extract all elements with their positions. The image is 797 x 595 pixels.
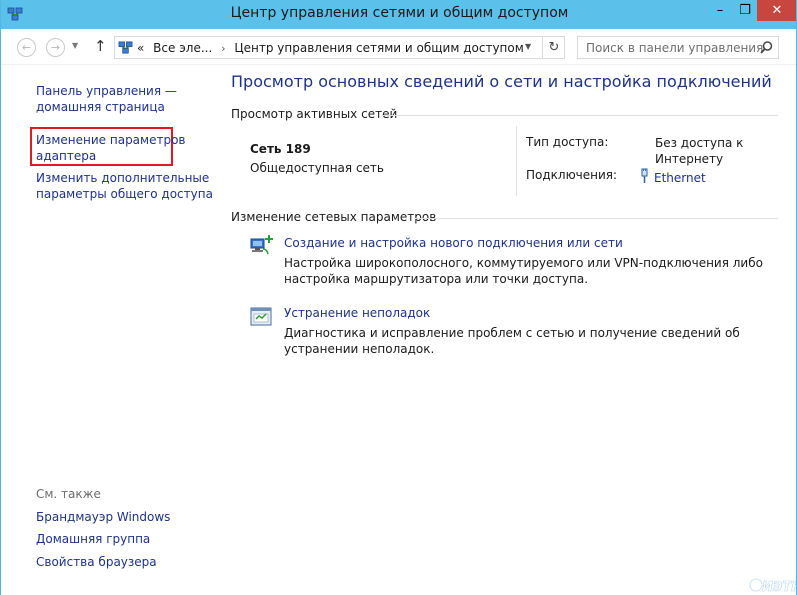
breadcrumb: « Все эле... › Центр управления сетями и… [137, 41, 524, 55]
divider [516, 126, 517, 196]
homegroup-link[interactable]: Домашняя группа [36, 531, 216, 547]
address-dropdown-icon[interactable]: ▼ [525, 42, 531, 51]
windows-firewall-link[interactable]: Брандмауэр Windows [36, 509, 216, 525]
refresh-button[interactable]: ↻ [542, 37, 565, 58]
navigation-bar: ← → ▼ ↑ « Все эле... › Центр управления … [1, 29, 796, 65]
ethernet-connection-label[interactable]: Ethernet [654, 170, 706, 186]
troubleshoot-problems-description: Диагностика и исправление проблем с сеть… [284, 326, 740, 356]
advanced-sharing-settings-link[interactable]: Изменить дополнительные параметры общего… [36, 170, 216, 202]
see-also-label: См. также [36, 487, 101, 501]
forward-button[interactable]: → [46, 38, 65, 57]
up-button[interactable]: ↑ [94, 37, 107, 55]
network-center-icon [118, 40, 133, 55]
network-name: Сеть 189 [250, 142, 311, 156]
access-type-label: Тип доступа: [526, 135, 609, 149]
main-content: Просмотр основных сведений о сети и наст… [220, 66, 796, 595]
control-panel-home-link[interactable]: Панель управления — домашняя страница [36, 83, 216, 115]
minimize-button[interactable]: – [707, 0, 733, 21]
svg-text:ИЭТКС: ИЭТКС [762, 580, 797, 595]
change-adapter-settings-link[interactable]: Изменение параметров адаптера [36, 132, 216, 164]
internet-options-link[interactable]: Свойства браузера [36, 554, 216, 570]
troubleshoot-problems-link[interactable]: Устранение неполадок [284, 306, 430, 320]
page-title: Просмотр основных сведений о сети и наст… [231, 72, 772, 91]
setup-new-connection-description: Настройка широкополосного, коммутируемог… [284, 256, 763, 286]
maximize-button[interactable]: ❐ [733, 0, 757, 21]
back-button[interactable]: ← [17, 38, 36, 57]
breadcrumb-network-center[interactable]: Центр управления сетями и общим доступом [234, 41, 523, 55]
divider [414, 218, 778, 219]
ethernet-connection-link[interactable]: Ethernet [639, 168, 706, 188]
breadcrumb-overflow[interactable]: « [137, 41, 144, 55]
new-connection-icon[interactable] [249, 234, 273, 258]
title-bar: Центр управления сетями и общим доступом… [1, 0, 796, 29]
troubleshoot-icon[interactable] [249, 305, 273, 329]
search-box[interactable]: Поиск в панели управления [577, 36, 779, 59]
window-title: Центр управления сетями и общим доступом [230, 5, 569, 21]
setup-new-connection-link[interactable]: Создание и настройка нового подключения … [284, 236, 623, 250]
recent-locations-dropdown-icon[interactable]: ▼ [72, 41, 78, 50]
address-bar[interactable]: « Все эле... › Центр управления сетями и… [114, 36, 565, 59]
close-button[interactable]: ✕ [757, 0, 796, 21]
change-network-settings-header: Изменение сетевых параметров [231, 210, 437, 224]
connections-label: Подключения: [526, 168, 618, 182]
watermark-logo-icon: ИЭТКС [748, 569, 797, 595]
search-icon[interactable] [759, 40, 774, 55]
ethernet-plug-icon [639, 168, 650, 188]
left-task-pane: Панель управления — домашняя страница Из… [1, 66, 220, 595]
access-type-value: Без доступа к Интернету [655, 136, 744, 166]
network-type-link[interactable]: Общедоступная сеть [250, 161, 384, 175]
breadcrumb-all-items[interactable]: Все эле... [153, 41, 212, 55]
breadcrumb-separator-icon[interactable]: › [221, 42, 225, 55]
divider [382, 115, 778, 116]
control-panel-window: Центр управления сетями и общим доступом… [0, 0, 797, 595]
search-input[interactable]: Поиск в панели управления [586, 41, 763, 55]
active-networks-header: Просмотр активных сетей [231, 107, 398, 121]
